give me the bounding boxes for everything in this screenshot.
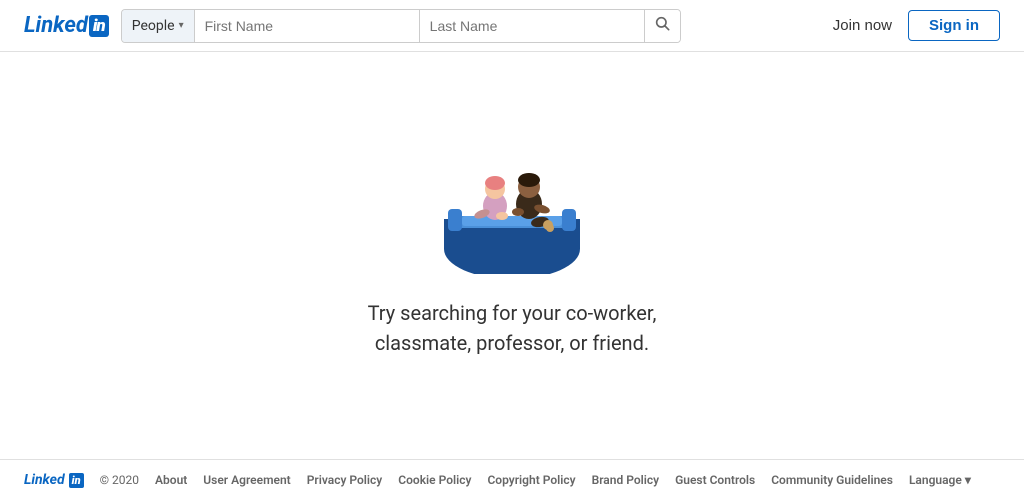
empty-state-text: Try searching for your co-worker, classm… — [368, 298, 657, 358]
footer-link[interactable]: Community Guidelines — [771, 473, 893, 487]
footer-links: About User Agreement Privacy Policy Cookie … — [155, 473, 893, 487]
chevron-down-icon: ▾ — [179, 20, 184, 31]
language-chevron-icon: ▾ — [965, 473, 971, 487]
footer-link[interactable]: Brand Policy — [592, 473, 659, 487]
language-selector[interactable]: Language ▾ — [909, 473, 971, 487]
footer-logo[interactable]: Linked in — [24, 472, 84, 488]
logo-in-box: in — [89, 15, 109, 37]
footer-copyright: © 2020 — [100, 473, 139, 487]
search-category-label: People — [132, 18, 175, 34]
footer-link[interactable]: Guest Controls — [675, 473, 755, 487]
search-button[interactable] — [644, 10, 680, 42]
header-actions: Join now Sign in — [833, 10, 1000, 41]
search-bar: People ▾ — [121, 9, 681, 43]
linkedin-logo[interactable]: Linkedin — [24, 13, 109, 38]
footer-logo-text: Linked — [24, 472, 65, 488]
first-name-input[interactable] — [195, 10, 419, 42]
empty-state-illustration — [422, 134, 602, 274]
sign-in-button[interactable]: Sign in — [908, 10, 1000, 41]
footer-link[interactable]: User Agreement — [203, 473, 290, 487]
join-now-button[interactable]: Join now — [833, 17, 892, 34]
search-category-dropdown[interactable]: People ▾ — [122, 10, 195, 42]
last-name-input[interactable] — [420, 10, 644, 42]
search-icon — [654, 15, 670, 36]
footer-logo-in: in — [69, 473, 84, 488]
footer-link[interactable]: Privacy Policy — [307, 473, 383, 487]
language-label: Language — [909, 473, 962, 487]
footer-link[interactable]: About — [155, 473, 187, 487]
footer-link[interactable]: Cookie Policy — [398, 473, 471, 487]
empty-state-line2: classmate, professor, or friend. — [375, 331, 649, 355]
footer-link[interactable]: Copyright Policy — [487, 473, 575, 487]
empty-state-line1: Try searching for your co-worker, — [368, 301, 657, 325]
logo-text: Linked — [24, 13, 88, 38]
